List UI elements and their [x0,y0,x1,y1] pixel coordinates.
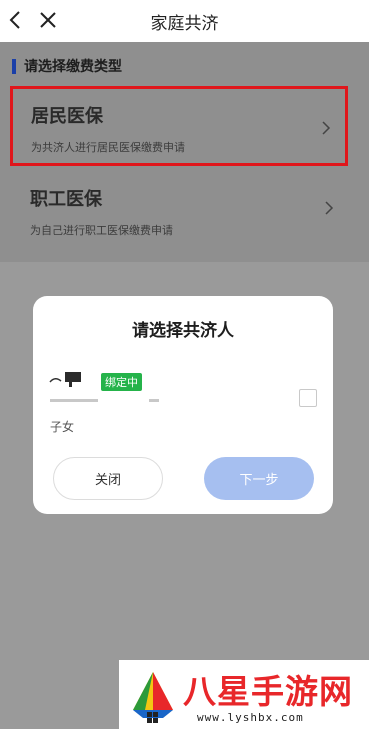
watermark-url: www.lyshbx.com [197,711,304,724]
option-description: 为自己进行职工医保缴费申请 [30,224,173,237]
redacted-id-icon [50,399,159,402]
chevron-right-icon [325,201,334,215]
member-relation: 子女 [50,420,75,434]
watermark-title: 八星手游网 [183,672,353,711]
option-description: 为共济人进行居民医保缴费申请 [31,141,185,154]
next-step-button[interactable]: 下一步 [204,457,314,500]
binding-status-badge: 绑定中 [101,373,142,391]
payment-type-panel: 请选择缴费类型 居民医保 为共济人进行居民医保缴费申请 职工医保 为自己进行职工… [0,42,369,262]
option-employee-insurance[interactable]: 职工医保 为自己进行职工医保缴费申请 [10,169,348,249]
option-name: 职工医保 [30,189,102,210]
page-title: 家庭共济 [150,13,219,34]
section-marker [12,58,16,74]
dialog-title: 请选择共济人 [132,321,234,341]
redacted-name-icon [49,372,81,387]
site-logo-icon [133,672,173,723]
back-arrow-icon[interactable] [4,6,28,34]
chevron-right-icon [322,121,331,135]
option-name: 居民医保 [31,106,103,127]
section-title: 请选择缴费类型 [24,59,122,75]
select-member-dialog: 请选择共济人 绑定中 子女 关闭 下一步 [33,296,333,514]
close-icon[interactable] [36,8,60,32]
top-bar: 家庭共济 [0,0,369,42]
member-checkbox[interactable] [299,389,317,407]
watermark: 八星手游网 www.lyshbx.com [119,660,369,729]
close-button[interactable]: 关闭 [53,457,163,500]
section-header: 请选择缴费类型 [12,56,122,76]
option-resident-insurance[interactable]: 居民医保 为共济人进行居民医保缴费申请 [10,86,348,166]
